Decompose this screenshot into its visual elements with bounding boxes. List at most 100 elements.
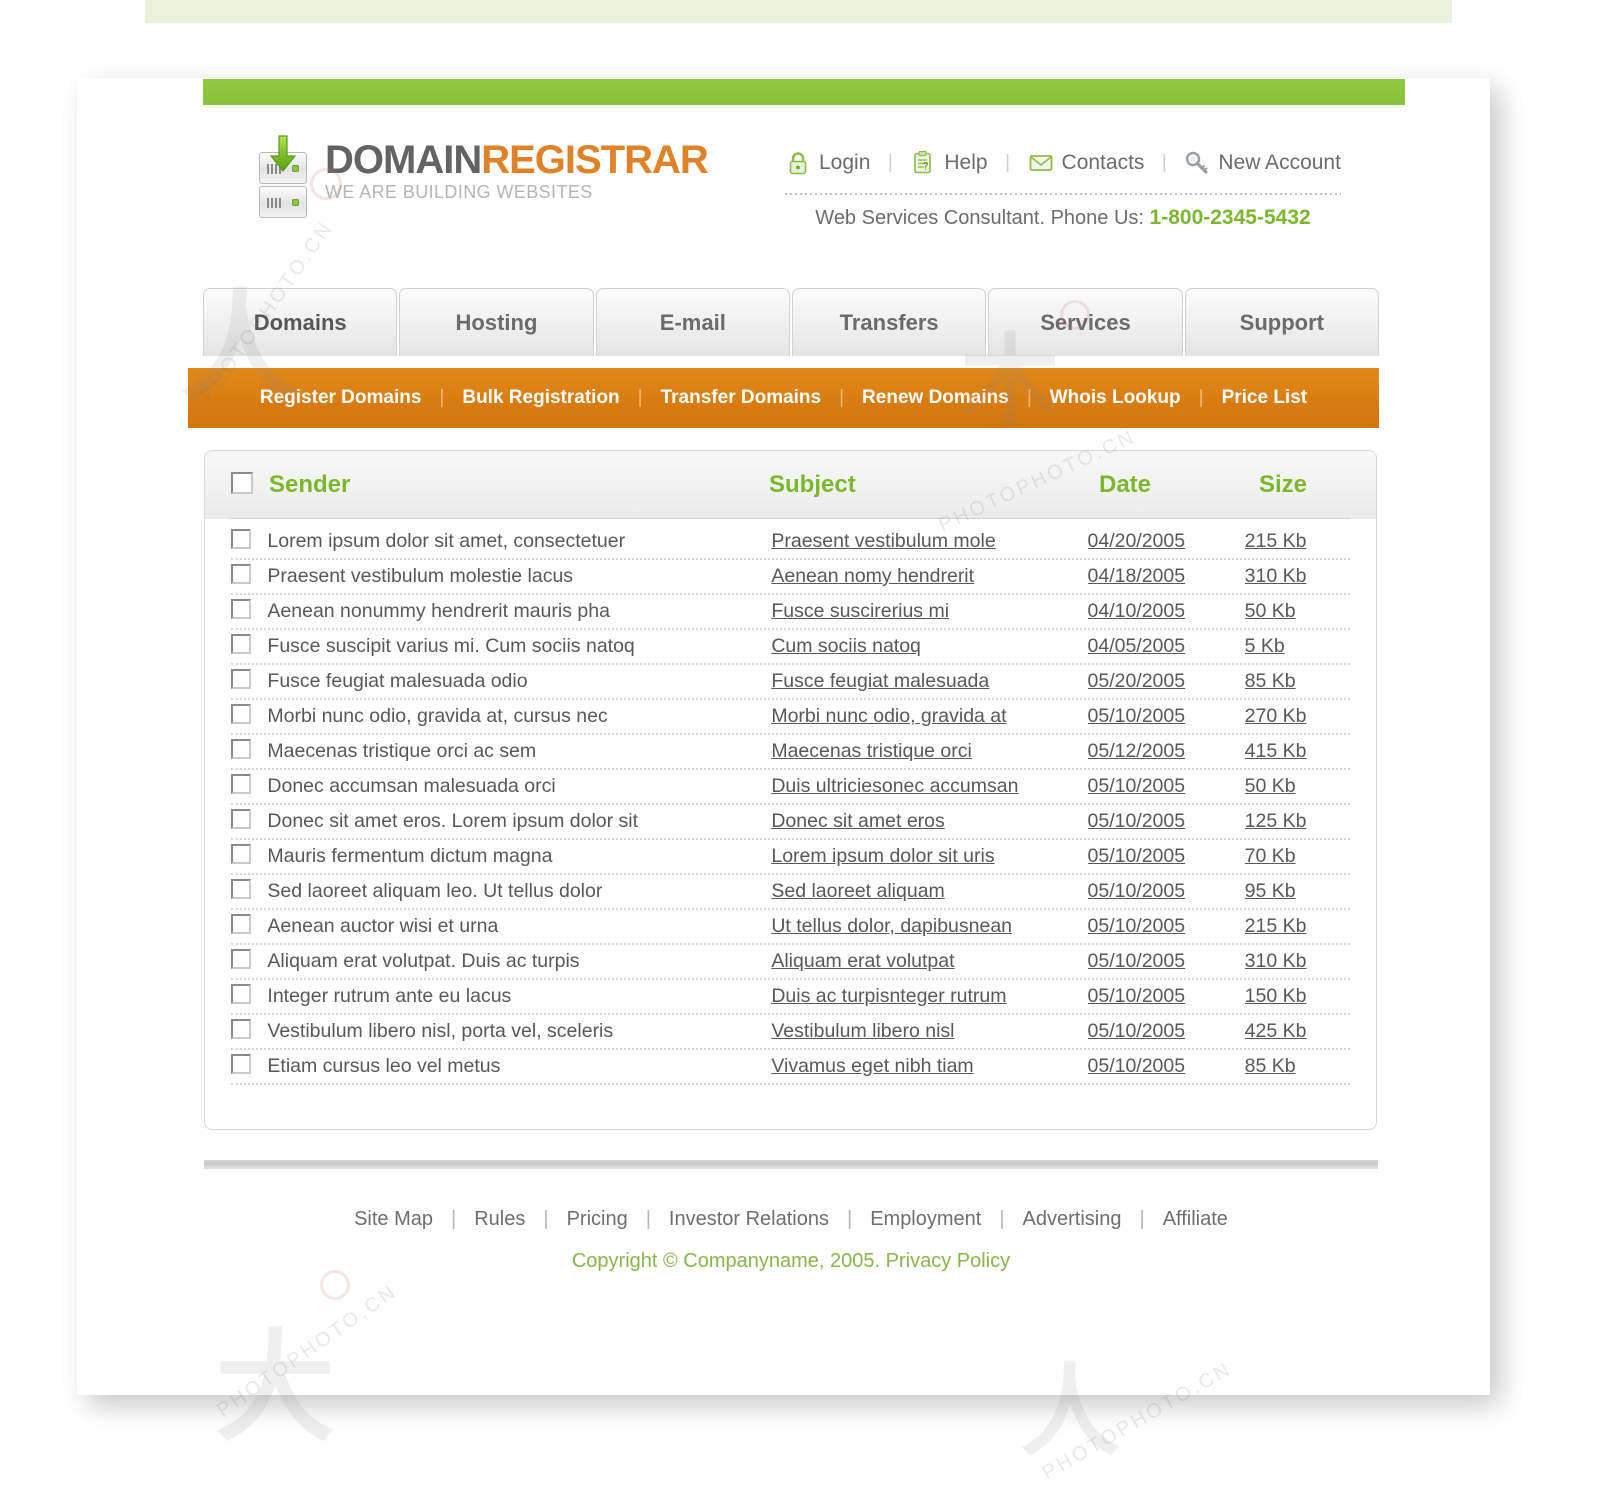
cell-size[interactable]: 270 Kb [1245,705,1350,728]
table-row[interactable]: Donec accumsan malesuada orci Duis ultric… [231,770,1350,805]
row-checkbox[interactable] [231,564,251,584]
table-row[interactable]: Mauris fermentum dictum magna Lorem ipsum… [231,840,1350,875]
subnav-register-domains[interactable]: Register Domains [242,387,440,409]
column-header-subject[interactable]: Subject [769,471,1099,499]
footer-link-site-map[interactable]: Site Map [336,1208,451,1231]
cell-size[interactable]: 125 Kb [1245,810,1350,833]
cell-size[interactable]: 310 Kb [1245,950,1350,973]
row-checkbox[interactable] [231,669,251,689]
cell-subject[interactable]: Duis ac turpisnteger rutrum [771,985,1087,1008]
cell-size[interactable]: 5 Kb [1245,635,1350,658]
row-checkbox[interactable] [231,1019,251,1039]
row-checkbox[interactable] [231,984,251,1004]
footer-link-rules[interactable]: Rules [456,1208,543,1231]
row-checkbox[interactable] [231,774,251,794]
cell-size[interactable]: 85 Kb [1245,670,1350,693]
cell-date[interactable]: 05/20/2005 [1088,670,1245,693]
cell-size[interactable]: 50 Kb [1245,775,1350,798]
row-checkbox[interactable] [231,914,251,934]
cell-size[interactable]: 150 Kb [1245,985,1350,1008]
row-checkbox[interactable] [231,879,251,899]
cell-date[interactable]: 05/10/2005 [1088,810,1245,833]
table-row[interactable]: Fusce feugiat malesuada odio Fusce feugia… [231,665,1350,700]
cell-size[interactable]: 215 Kb [1245,915,1350,938]
table-row[interactable]: Praesent vestibulum molestie lacus Aenean… [231,560,1350,595]
cell-date[interactable]: 05/10/2005 [1088,775,1245,798]
util-link-login[interactable]: Login [785,150,870,176]
cell-date[interactable]: 04/20/2005 [1088,530,1245,553]
row-checkbox[interactable] [231,739,251,759]
util-link-contacts[interactable]: Contacts [1028,150,1144,176]
table-row[interactable]: Maecenas tristique orci ac sem Maecenas t… [231,735,1350,770]
table-row[interactable]: Etiam cursus leo vel metus Vivamus eget n… [231,1050,1350,1085]
tab-email[interactable]: E-mail [595,288,790,356]
table-row[interactable]: Aenean nonummy hendrerit mauris pha Fusce… [231,595,1350,630]
cell-subject[interactable]: Ut tellus dolor, dapibusnean [771,915,1087,938]
table-row[interactable]: Sed laoreet aliquam leo. Ut tellus dolor… [231,875,1350,910]
table-row[interactable]: Lorem ipsum dolor sit amet, consectetuer… [231,525,1350,560]
tab-support[interactable]: Support [1184,288,1379,356]
footer-link-employment[interactable]: Employment [852,1208,999,1231]
site-logo[interactable]: DOMAINREGISTRAR WE ARE BUILDING WEBSITES [255,134,709,218]
row-checkbox[interactable] [231,599,251,619]
cell-date[interactable]: 05/10/2005 [1088,705,1245,728]
cell-subject[interactable]: Lorem ipsum dolor sit uris [771,845,1087,868]
row-checkbox[interactable] [231,529,251,549]
cell-date[interactable]: 05/10/2005 [1088,985,1245,1008]
cell-size[interactable]: 425 Kb [1245,1020,1350,1043]
util-link-new-account[interactable]: New Account [1184,150,1341,176]
cell-subject[interactable]: Aliquam erat volutpat [771,950,1087,973]
cell-date[interactable]: 05/10/2005 [1088,845,1245,868]
cell-subject[interactable]: Duis ultriciesonec accumsan [771,775,1087,798]
cell-date[interactable]: 05/10/2005 [1088,880,1245,903]
cell-date[interactable]: 05/12/2005 [1088,740,1245,763]
subnav-renew-domains[interactable]: Renew Domains [844,387,1027,409]
cell-size[interactable]: 415 Kb [1245,740,1350,763]
tab-domains[interactable]: Domains [203,288,398,356]
cell-date[interactable]: 04/10/2005 [1088,600,1245,623]
column-header-size[interactable]: Size [1259,471,1369,499]
table-row[interactable]: Integer rutrum ante eu lacus Duis ac turp… [231,980,1350,1015]
row-checkbox[interactable] [231,704,251,724]
cell-subject[interactable]: Vivamus eget nibh tiam [771,1055,1087,1078]
cell-date[interactable]: 05/10/2005 [1088,1055,1245,1078]
cell-size[interactable]: 95 Kb [1245,880,1350,903]
row-checkbox[interactable] [231,844,251,864]
cell-subject[interactable]: Cum sociis natoq [771,635,1087,658]
cell-date[interactable]: 04/05/2005 [1088,635,1245,658]
tab-services[interactable]: Services [988,288,1183,356]
cell-subject[interactable]: Donec sit amet eros [771,810,1087,833]
cell-subject[interactable]: Maecenas tristique orci [771,740,1087,763]
cell-size[interactable]: 310 Kb [1245,565,1350,588]
subnav-price-list[interactable]: Price List [1204,387,1326,409]
table-row[interactable]: Morbi nunc odio, gravida at, cursus nec M… [231,700,1350,735]
cell-subject[interactable]: Fusce suscirerius mi [771,600,1087,623]
cell-size[interactable]: 50 Kb [1245,600,1350,623]
row-checkbox[interactable] [231,949,251,969]
cell-size[interactable]: 70 Kb [1245,845,1350,868]
footer-link-pricing[interactable]: Pricing [549,1208,646,1231]
tab-transfers[interactable]: Transfers [791,288,987,356]
subnav-bulk-registration[interactable]: Bulk Registration [444,387,637,409]
row-checkbox[interactable] [231,1054,251,1074]
util-link-help[interactable]: ? Help [910,150,988,176]
cell-subject[interactable]: Sed laoreet aliquam [771,880,1087,903]
select-all-checkbox[interactable] [231,471,253,494]
cell-date[interactable]: 04/18/2005 [1088,565,1245,588]
cell-date[interactable]: 05/10/2005 [1088,950,1245,973]
row-checkbox[interactable] [231,634,251,654]
cell-subject[interactable]: Vestibulum libero nisl [771,1020,1087,1043]
table-row[interactable]: Aenean auctor wisi et urna Ut tellus dolo… [231,910,1350,945]
subnav-transfer-domains[interactable]: Transfer Domains [643,387,840,409]
table-row[interactable]: Aliquam erat volutpat. Duis ac turpis Ali… [231,945,1350,980]
cell-subject[interactable]: Praesent vestibulum mole [771,530,1087,553]
footer-link-affiliate[interactable]: Affiliate [1145,1208,1246,1231]
footer-link-advertising[interactable]: Advertising [1005,1208,1140,1231]
cell-date[interactable]: 05/10/2005 [1088,1020,1245,1043]
table-row[interactable]: Vestibulum libero nisl, porta vel, scele… [231,1015,1350,1050]
table-row[interactable]: Fusce suscipit varius mi. Cum sociis nat… [231,630,1350,665]
column-header-date[interactable]: Date [1099,471,1259,499]
cell-subject[interactable]: Fusce feugiat malesuada [771,670,1087,693]
subnav-whois-lookup[interactable]: Whois Lookup [1032,387,1199,409]
footer-link-investor-relations[interactable]: Investor Relations [651,1208,847,1231]
